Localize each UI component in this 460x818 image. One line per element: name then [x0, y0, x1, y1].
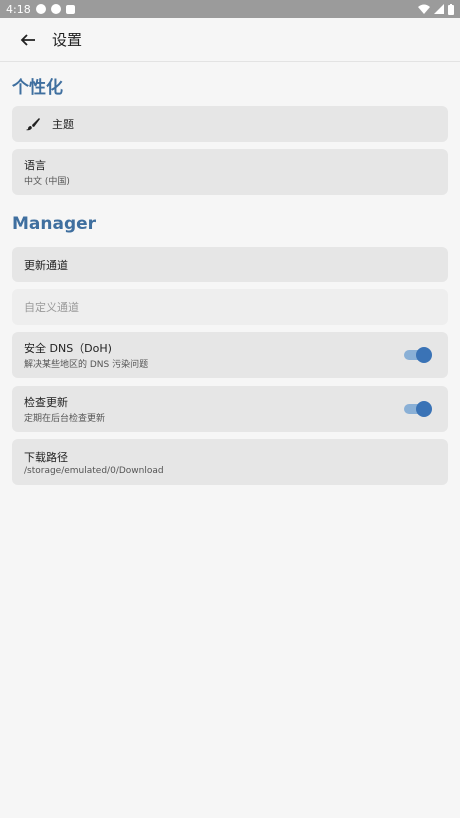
- language-item[interactable]: 语言 中文 (中国): [12, 149, 448, 195]
- check-update-item[interactable]: 检查更新 定期在后台检查更新: [12, 386, 448, 432]
- custom-channel-item: 自定义通道: [12, 289, 448, 325]
- custom-channel-label: 自定义通道: [24, 301, 79, 314]
- page-title: 设置: [52, 31, 83, 49]
- download-path-item[interactable]: 下载路径 /storage/emulated/0/Download: [12, 439, 448, 485]
- battery-icon: [448, 3, 454, 15]
- secure-dns-toggle[interactable]: [404, 347, 432, 363]
- android-icon: [65, 4, 75, 14]
- status-time: 4:18: [6, 2, 31, 16]
- app-bar: 设置: [0, 18, 460, 62]
- section-title-manager: Manager: [12, 214, 97, 234]
- secure-dns-item[interactable]: 安全 DNS（DoH) 解决某些地区的 DNS 污染问题: [12, 332, 448, 378]
- status-bar: 4:18: [0, 0, 460, 18]
- theme-label: 主题: [52, 118, 74, 131]
- download-path-value: /storage/emulated/0/Download: [24, 465, 164, 476]
- toggle-thumb: [416, 347, 432, 363]
- check-update-label: 检查更新: [24, 396, 68, 409]
- telegram-icon: [35, 4, 46, 14]
- arrow-left-icon: [20, 33, 35, 46]
- toggle-thumb: [416, 401, 432, 417]
- secure-dns-label: 安全 DNS（DoH): [24, 342, 112, 355]
- check-update-desc: 定期在后台检查更新: [24, 414, 106, 424]
- language-value: 中文 (中国): [24, 177, 70, 187]
- secure-dns-desc: 解决某些地区的 DNS 污染问题: [24, 360, 149, 370]
- download-path-label: 下载路径: [24, 450, 68, 464]
- update-channel-item[interactable]: 更新通道: [12, 247, 448, 282]
- wifi-icon: [418, 4, 430, 14]
- brush-icon: [24, 115, 42, 133]
- language-label: 语言: [24, 159, 46, 172]
- back-button[interactable]: [8, 20, 48, 60]
- check-update-toggle[interactable]: [404, 401, 432, 417]
- telegram-icon-2: [50, 4, 61, 14]
- theme-item[interactable]: 主题: [12, 106, 448, 142]
- update-channel-label: 更新通道: [24, 258, 68, 272]
- section-title-personalization: 个性化: [12, 78, 63, 98]
- signal-icon: [434, 4, 444, 14]
